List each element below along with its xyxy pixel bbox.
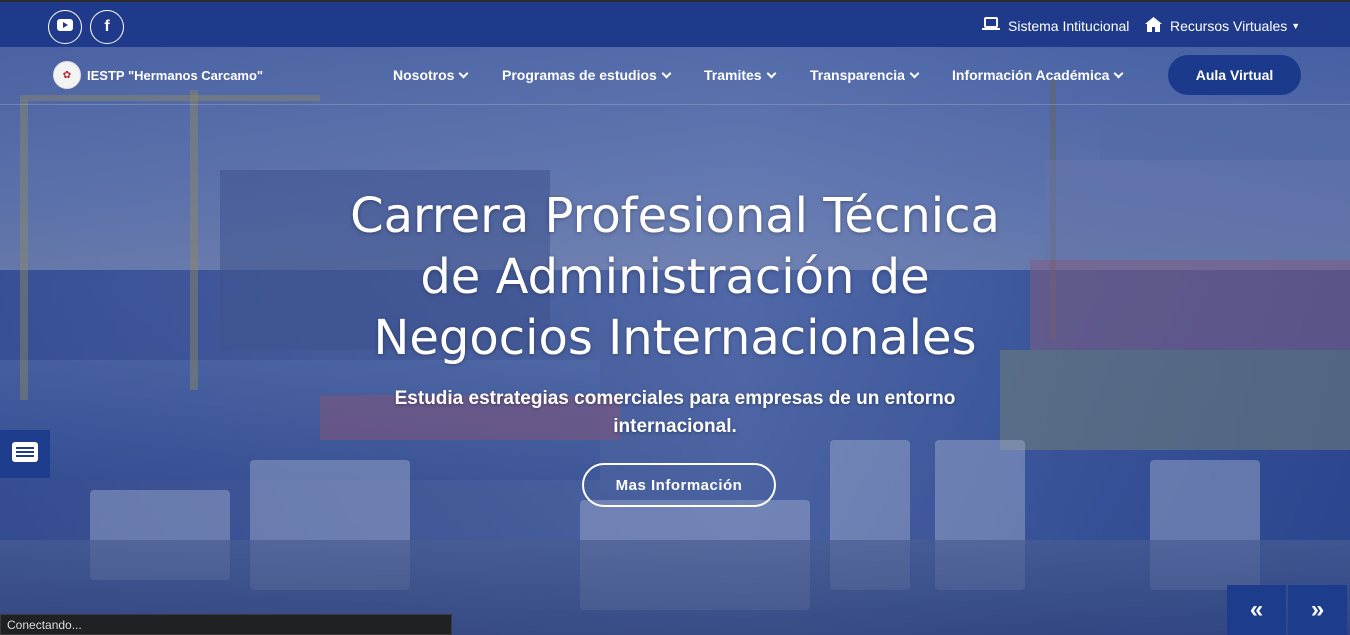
hero-subtitle: Estudia estrategias comerciales para emp… bbox=[394, 388, 956, 437]
chevron-down-icon bbox=[766, 68, 777, 78]
top-bar: f Sistema Intitucional Recursos Virtuale… bbox=[0, 0, 1350, 47]
chevron-down-icon bbox=[1113, 68, 1124, 78]
laptop-icon bbox=[982, 17, 1000, 34]
main-nav: ✿ IESTP "Hermanos Carcamo" Nosotros Prog… bbox=[0, 47, 1350, 105]
nav-item-label: Información Académica bbox=[952, 67, 1110, 83]
caret-down-icon: ▼ bbox=[1291, 21, 1301, 31]
youtube-link[interactable] bbox=[48, 10, 82, 44]
nav-item-label: Programas de estudios bbox=[502, 67, 657, 83]
nav-item-label: Tramites bbox=[704, 67, 762, 83]
nav-item-label: Transparencia bbox=[810, 67, 905, 83]
youtube-icon bbox=[57, 18, 73, 36]
nav-item-nosotros[interactable]: Nosotros bbox=[393, 67, 469, 83]
nav-item-transparencia[interactable]: Transparencia bbox=[810, 67, 920, 83]
nav-item-tramites[interactable]: Tramites bbox=[704, 67, 777, 83]
aula-virtual-button[interactable]: Aula Virtual bbox=[1168, 55, 1301, 95]
nav-item-programas[interactable]: Programas de estudios bbox=[502, 67, 672, 83]
institution-logo-icon: ✿ bbox=[53, 61, 81, 89]
site-logo[interactable]: ✿ IESTP "Hermanos Carcamo" bbox=[53, 61, 263, 89]
chevron-down-icon bbox=[459, 68, 469, 78]
double-chevron-right-icon: » bbox=[1310, 596, 1325, 623]
double-chevron-left-icon: « bbox=[1249, 596, 1264, 623]
nav-item-informacion-academica[interactable]: Información Académica bbox=[952, 67, 1124, 83]
slider-prev-button[interactable]: « bbox=[1227, 585, 1286, 635]
facebook-link[interactable]: f bbox=[90, 10, 124, 44]
facebook-icon: f bbox=[104, 18, 110, 35]
mas-informacion-button[interactable]: Mas Información bbox=[582, 463, 776, 507]
sistema-institucional-label: Sistema Intitucional bbox=[1008, 17, 1130, 34]
slider-next-button[interactable]: » bbox=[1288, 585, 1347, 635]
recursos-virtuales-label: Recursos Virtuales bbox=[1170, 18, 1288, 34]
side-menu-tab[interactable] bbox=[0, 430, 50, 478]
browser-status-bar: Conectando... bbox=[0, 614, 452, 635]
sistema-institucional-link[interactable]: Sistema Intitucional bbox=[982, 17, 1129, 34]
chevron-down-icon bbox=[909, 68, 920, 78]
site-logo-text: IESTP "Hermanos Carcamo" bbox=[87, 67, 264, 83]
recursos-virtuales-dropdown[interactable]: Recursos Virtuales ▼ bbox=[1145, 17, 1300, 35]
nav-item-label: Nosotros bbox=[393, 67, 455, 83]
home-icon bbox=[1145, 17, 1162, 35]
hero-title: Carrera Profesional Técnica de Administr… bbox=[350, 188, 1000, 366]
chevron-down-icon bbox=[661, 68, 672, 78]
list-icon bbox=[12, 441, 38, 467]
